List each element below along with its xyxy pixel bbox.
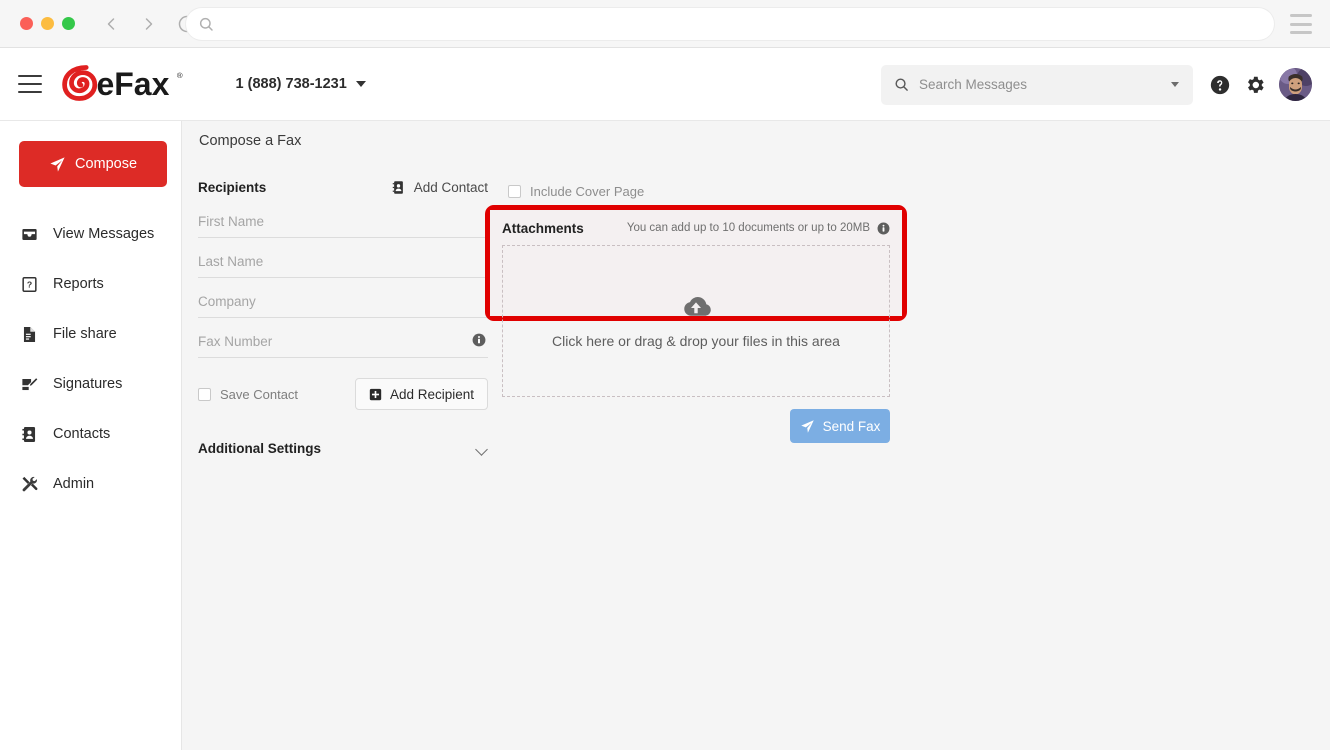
- address-bar[interactable]: [186, 8, 1274, 40]
- recipients-section: Recipients Add Contact: [198, 176, 488, 461]
- chevron-down-icon: [477, 445, 488, 452]
- sidebar-item-label: Admin: [53, 476, 94, 492]
- compose-button-label: Compose: [75, 156, 137, 172]
- sidebar-item-admin[interactable]: Admin: [0, 459, 182, 509]
- paper-plane-icon: [800, 419, 815, 434]
- fax-number-input[interactable]: [198, 334, 488, 349]
- recipient-actions: Save Contact Add Recipient: [198, 378, 488, 410]
- add-recipient-button[interactable]: Add Recipient: [355, 378, 488, 410]
- search-input-placeholder[interactable]: Search Messages: [919, 77, 1171, 92]
- sidebar-toggle-hamburger-icon[interactable]: [18, 75, 42, 93]
- plus-square-icon: [369, 388, 382, 401]
- attachments-note-text: You can add up to 10 documents or up to …: [627, 222, 870, 234]
- file-share-icon: [20, 325, 39, 344]
- info-circle-icon[interactable]: [472, 333, 486, 347]
- sidebar-item-signatures[interactable]: Signatures: [0, 359, 182, 409]
- phone-number-label: 1 (888) 738-1231: [236, 76, 347, 92]
- add-recipient-label: Add Recipient: [390, 387, 474, 402]
- minimize-window-button[interactable]: [41, 17, 54, 30]
- contact-book-icon: [20, 425, 39, 444]
- additional-settings-toggle[interactable]: Additional Settings: [198, 435, 488, 461]
- cloud-upload-icon: [679, 294, 713, 320]
- sidebar-item-contacts[interactable]: Contacts: [0, 409, 182, 459]
- info-circle-icon[interactable]: [877, 222, 890, 235]
- maximize-window-button[interactable]: [62, 17, 75, 30]
- include-cover-page-label: Include Cover Page: [530, 184, 644, 199]
- include-cover-page-checkbox[interactable]: [508, 185, 521, 198]
- search-messages-box[interactable]: Search Messages: [881, 65, 1193, 105]
- close-window-button[interactable]: [20, 17, 33, 30]
- last-name-field[interactable]: [198, 246, 488, 278]
- attachments-panel: Attachments You can add up to 10 documen…: [490, 210, 902, 316]
- save-contact-checkbox-row[interactable]: Save Contact: [198, 387, 298, 402]
- svg-text:?: ?: [27, 279, 32, 289]
- fax-number-field[interactable]: [198, 326, 488, 358]
- sidebar-item-view-messages[interactable]: View Messages: [0, 209, 182, 259]
- browser-chrome: [0, 0, 1330, 48]
- svg-text:eFax: eFax: [97, 66, 170, 102]
- file-dropzone[interactable]: Click here or drag & drop your files in …: [502, 245, 890, 397]
- company-input[interactable]: [198, 294, 488, 309]
- sidebar-item-reports[interactable]: ? Reports: [0, 259, 182, 309]
- user-avatar[interactable]: [1279, 68, 1312, 101]
- caret-down-icon[interactable]: [1171, 82, 1179, 87]
- add-contact-button[interactable]: Add Contact: [391, 179, 488, 196]
- phone-number-selector[interactable]: 1 (888) 738-1231: [236, 76, 366, 92]
- svg-text:®: ®: [177, 71, 183, 80]
- sidebar-item-label: Signatures: [53, 376, 122, 392]
- company-field[interactable]: [198, 286, 488, 318]
- signature-pen-icon: [20, 375, 39, 394]
- sidebar: Compose View Messages ? Reports File sha…: [0, 121, 182, 750]
- help-circle-icon[interactable]: [1209, 74, 1231, 96]
- search-icon: [198, 16, 214, 32]
- dropzone-label: Click here or drag & drop your files in …: [552, 333, 840, 349]
- tools-icon: [20, 475, 39, 494]
- compose-button[interactable]: Compose: [19, 141, 167, 187]
- sidebar-nav: View Messages ? Reports File share Signa…: [0, 209, 182, 509]
- header-actions: Search Messages: [881, 48, 1316, 121]
- chevron-left-icon[interactable]: [101, 14, 121, 34]
- first-name-field[interactable]: [198, 206, 488, 238]
- recipients-title: Recipients: [198, 180, 266, 195]
- chevron-right-icon[interactable]: [139, 14, 159, 34]
- browser-nav-buttons: [101, 14, 197, 34]
- sidebar-item-label: Reports: [53, 276, 104, 292]
- attachments-note: You can add up to 10 documents or up to …: [627, 222, 890, 235]
- search-icon: [894, 77, 909, 92]
- sidebar-item-label: File share: [53, 326, 117, 342]
- include-cover-page-row[interactable]: Include Cover Page: [508, 184, 644, 199]
- main-content: Compose a Fax Recipients Add Contact: [182, 121, 1330, 750]
- additional-settings-label: Additional Settings: [198, 441, 321, 456]
- attachments-title: Attachments: [502, 221, 584, 236]
- window-controls: [20, 17, 75, 30]
- attachments-header: Attachments You can add up to 10 documen…: [502, 219, 890, 237]
- send-fax-button[interactable]: Send Fax: [790, 409, 890, 443]
- send-fax-label: Send Fax: [823, 419, 881, 434]
- app-header: eFax ® 1 (888) 738-1231 Search Messages: [0, 48, 1330, 121]
- sidebar-item-label: Contacts: [53, 426, 110, 442]
- add-contact-label: Add Contact: [414, 180, 488, 195]
- efax-logo: eFax ®: [62, 64, 192, 104]
- caret-down-icon: [356, 81, 366, 87]
- first-name-input[interactable]: [198, 214, 488, 229]
- recipients-header: Recipients Add Contact: [198, 176, 488, 198]
- save-contact-label: Save Contact: [220, 387, 298, 402]
- last-name-input[interactable]: [198, 254, 488, 269]
- contact-book-icon: [391, 179, 406, 196]
- report-question-icon: ?: [20, 275, 39, 294]
- save-contact-checkbox[interactable]: [198, 388, 211, 401]
- hamburger-menu-icon[interactable]: [1290, 14, 1312, 34]
- sidebar-item-file-share[interactable]: File share: [0, 309, 182, 359]
- inbox-icon: [20, 225, 39, 244]
- paper-plane-icon: [49, 156, 66, 173]
- gear-icon[interactable]: [1244, 74, 1266, 96]
- sidebar-item-label: View Messages: [53, 226, 154, 242]
- page-title: Compose a Fax: [199, 133, 301, 149]
